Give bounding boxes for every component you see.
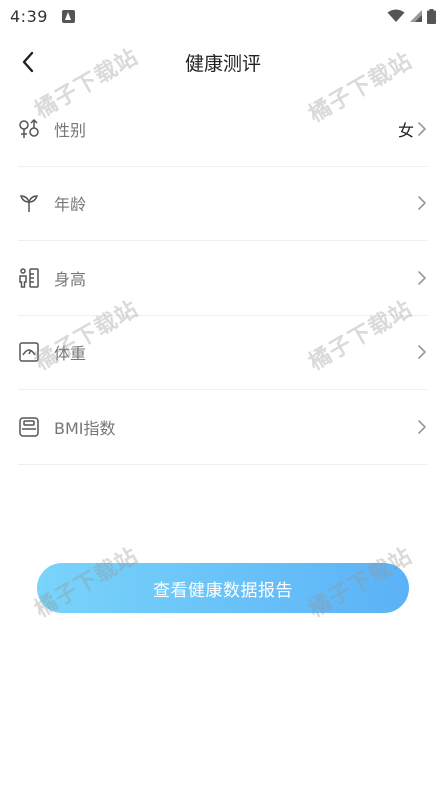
status-time: 4:39: [10, 6, 48, 26]
status-right: [387, 8, 436, 24]
screen: 4:39 健康测评 性别 女 年龄 身高 体重 BMI指数 查看健康数据报告 橘…: [0, 0, 446, 794]
health-item-list: 性别 女 年龄 身高 体重 BMI指数: [0, 92, 446, 465]
page-title: 健康测评: [184, 53, 261, 75]
chevron-right-icon: [418, 121, 426, 136]
status-bar: 4:39: [0, 0, 446, 32]
list-item-gender[interactable]: 性别 女: [18, 92, 428, 167]
list-item-height[interactable]: 身高: [18, 241, 428, 316]
height-ruler-icon: [18, 267, 40, 289]
bmi-scale-icon: [18, 416, 40, 438]
chevron-right-icon: [418, 419, 426, 434]
bmi-label: BMI指数: [54, 418, 116, 438]
battery-icon: [427, 8, 436, 24]
age-label: 年龄: [54, 195, 87, 215]
height-label: 身高: [54, 269, 87, 289]
sprout-icon: [18, 192, 40, 214]
gender-icon: [18, 118, 40, 140]
list-item-weight[interactable]: 体重: [18, 316, 428, 390]
list-item-age[interactable]: 年龄: [18, 167, 428, 241]
chevron-right-icon: [418, 345, 426, 360]
gender-label: 性别: [54, 120, 87, 140]
weight-scale-icon: [18, 341, 40, 363]
list-item-bmi[interactable]: BMI指数: [18, 390, 428, 465]
chevron-right-icon: [418, 270, 426, 285]
view-health-report-button[interactable]: 查看健康数据报告: [37, 563, 409, 613]
header: 健康测评: [0, 40, 446, 84]
weight-label: 体重: [54, 344, 87, 364]
gender-value: 女: [397, 120, 414, 140]
wifi-icon: [387, 9, 405, 22]
notification-a-icon: [61, 9, 75, 23]
chevron-right-icon: [418, 196, 426, 211]
signal-icon: [410, 10, 422, 22]
